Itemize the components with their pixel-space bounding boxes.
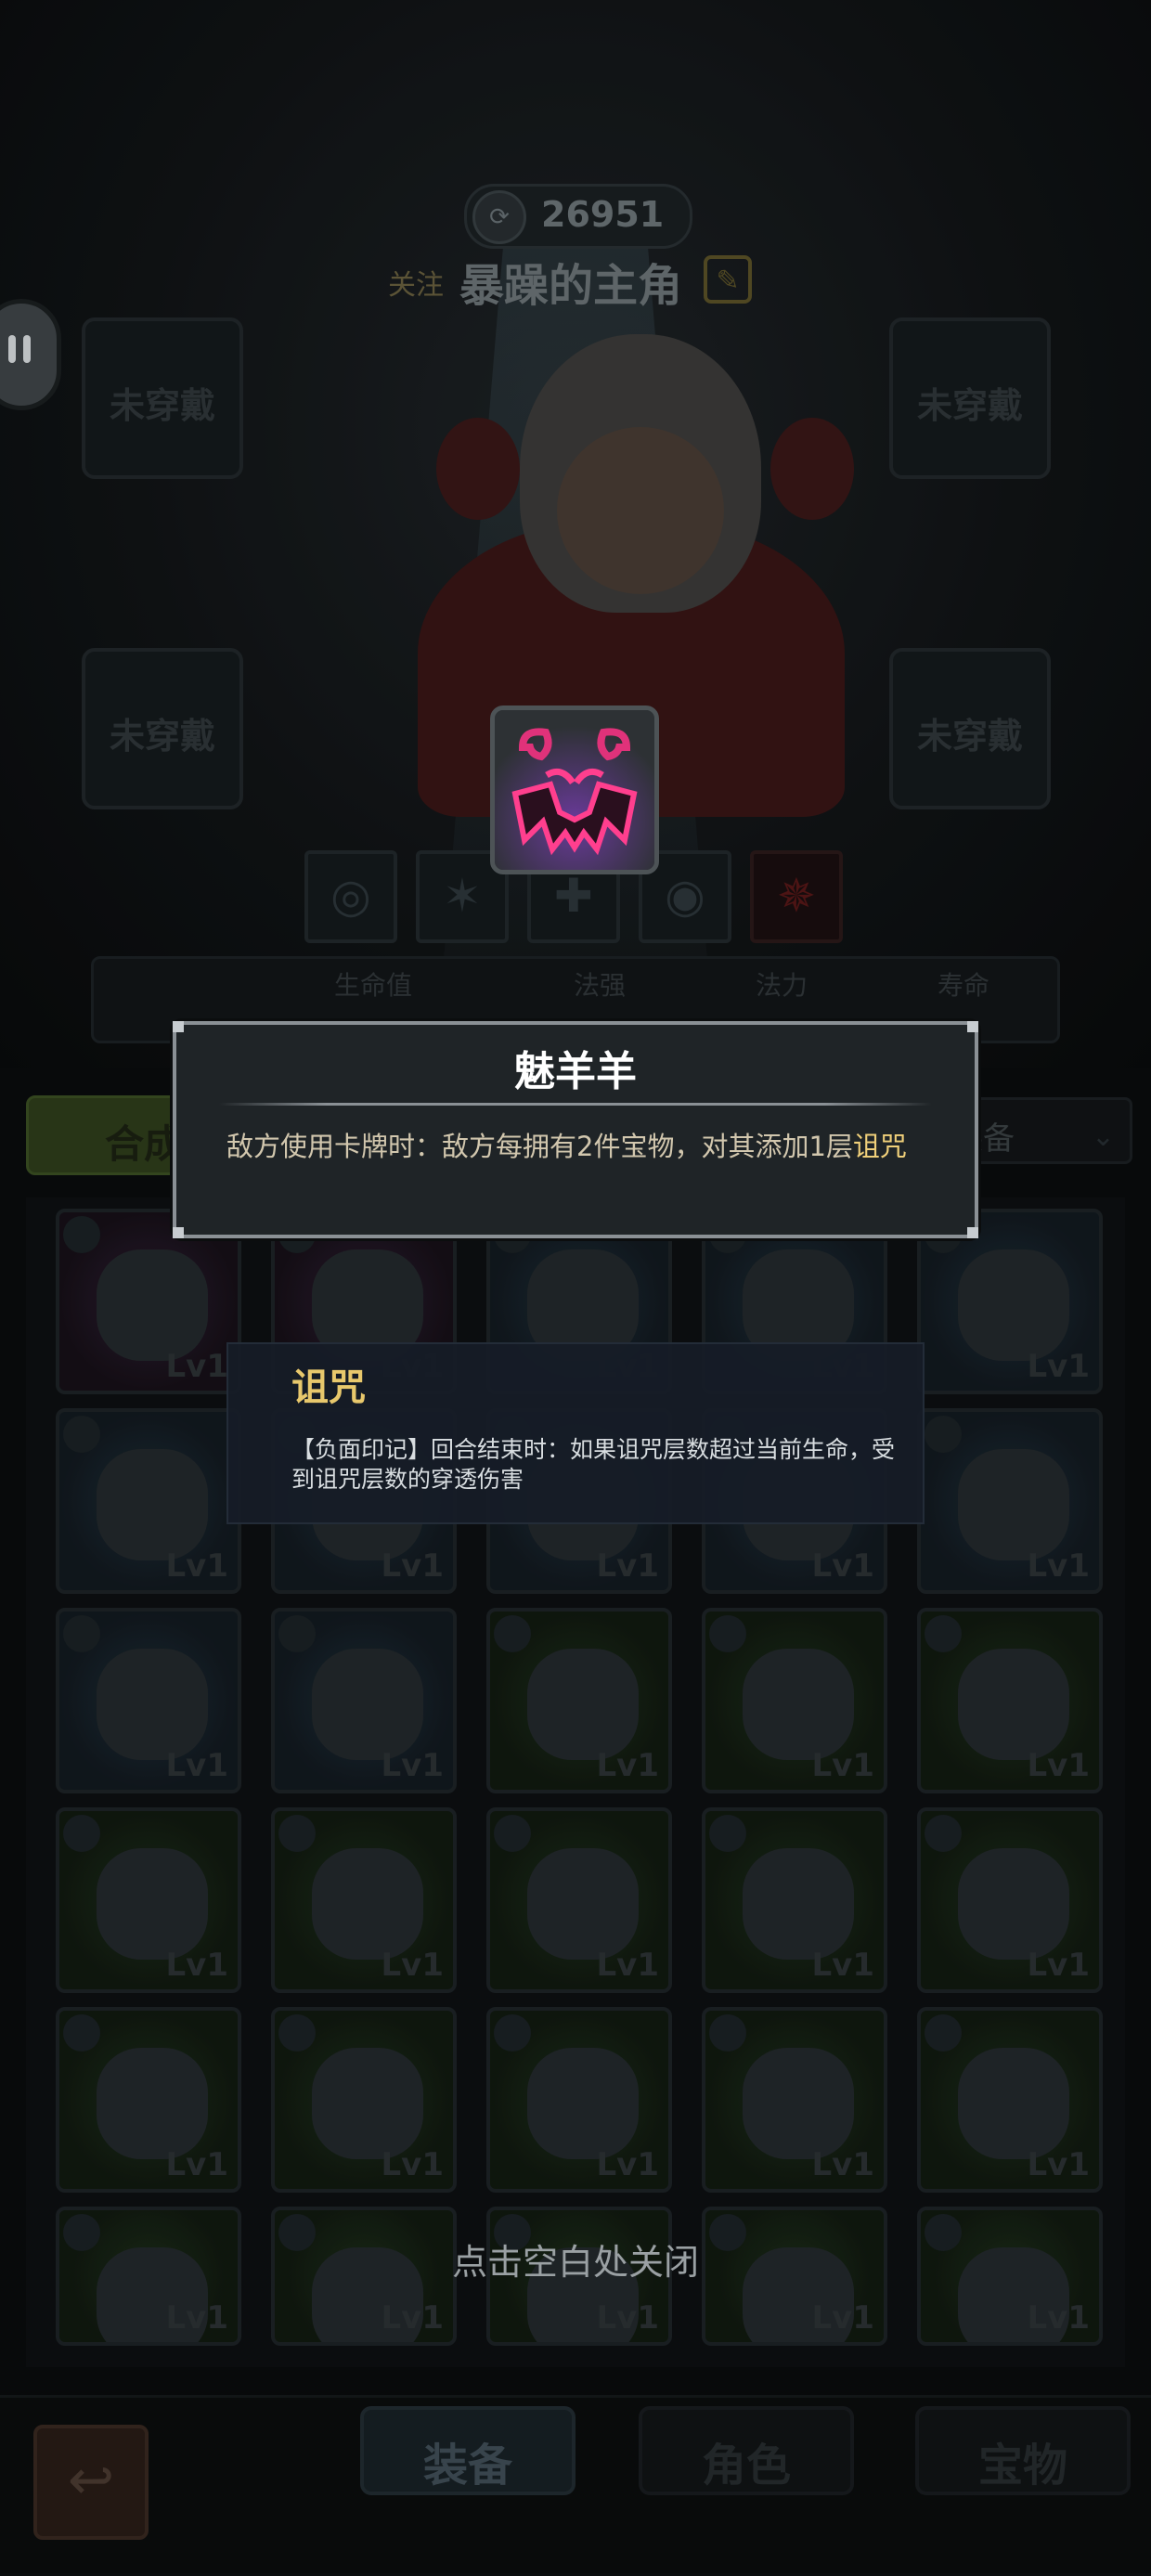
demon-mask-icon [495,710,654,870]
keyword-description: 【负面印记】回合结束时：如果诅咒层数超过当前生命，受到诅咒层数的穿透伤害 [291,1436,896,1493]
treasure-card-demon-sheep [490,705,659,874]
keyword-tooltip: 诅咒 【负面印记】回合结束时：如果诅咒层数超过当前生命，受到诅咒层数的穿透伤害 [226,1342,925,1524]
tooltip-divider [219,1103,932,1106]
tooltip-description: 敌方使用卡牌时：敌方每拥有2件宝物，对其添加1层诅咒 [226,1131,925,1162]
close-hint: 点击空白处关闭 [451,2242,699,2283]
tooltip-corner [173,1227,184,1238]
tooltip-desc-text: 敌方使用卡牌时：敌方每拥有2件宝物，对其添加1层 [226,1131,853,1162]
modal-overlay[interactable] [0,0,1151,2573]
treasure-tooltip: 魅羊羊 敌方使用卡牌时：敌方每拥有2件宝物，对其添加1层诅咒 [173,1021,978,1238]
keyword-title: 诅咒 [291,1366,366,1409]
tooltip-corner [967,1227,978,1238]
tooltip-corner [173,1021,184,1032]
tooltip-title: 魅羊羊 [514,1048,637,1095]
tooltip-corner [967,1021,978,1032]
tooltip-keyword-curse[interactable]: 诅咒 [853,1131,907,1162]
